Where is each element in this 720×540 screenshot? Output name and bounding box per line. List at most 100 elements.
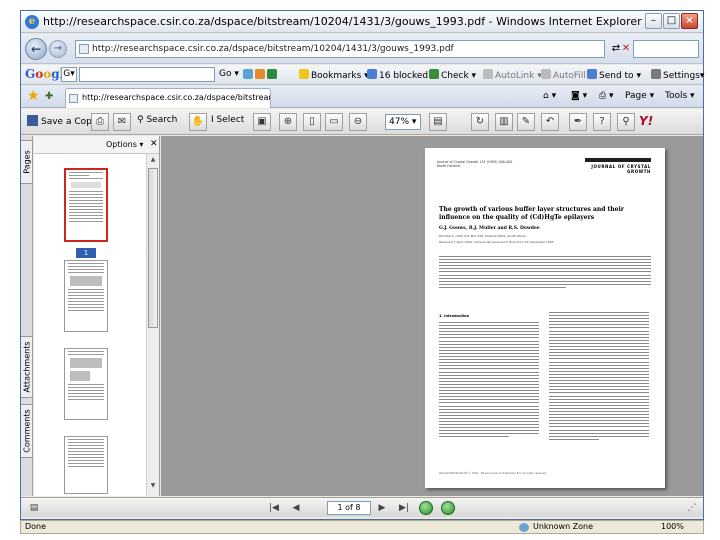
paper-affiliation: Microtech, CSIR, P.O. Box 395, Pretoria …: [439, 234, 526, 238]
tab-active[interactable]: http://researchspace.csir.co.za/dspace/b…: [65, 88, 271, 108]
yahoo-logo-icon[interactable]: Y!: [639, 114, 653, 128]
bookmarks-menu[interactable]: Bookmarks ▾: [299, 69, 369, 81]
home-icon[interactable]: ⌂ ▾: [543, 91, 556, 101]
news-icon: [255, 69, 265, 79]
google-settings-button[interactable]: Settings▾: [651, 69, 704, 81]
journal-name: JOURNAL OF CRYSTAL GROWTH: [591, 164, 651, 174]
search-button[interactable]: ⚲ Search: [137, 115, 177, 125]
page-menu[interactable]: Page ▾: [625, 91, 654, 101]
google-g-menu[interactable]: G▾: [61, 67, 77, 82]
page-number-field[interactable]: 1 of 8: [327, 501, 371, 515]
minimize-button[interactable]: –: [645, 13, 662, 29]
autolink-button[interactable]: AutoLink ▾: [483, 69, 542, 81]
tab-row: ★ ✚ http://researchspace.csir.co.za/dspa…: [21, 86, 703, 108]
security-zone[interactable]: Unknown Zone: [533, 522, 593, 531]
scroll-up-icon[interactable]: ▲: [148, 156, 158, 166]
actual-size-icon[interactable]: ▯: [303, 113, 321, 131]
live-search-input[interactable]: [633, 40, 699, 58]
print-icon[interactable]: ⎙: [91, 113, 109, 131]
book-icon: [267, 69, 277, 79]
rotate-icon[interactable]: ↻: [471, 113, 489, 131]
scroll-down-icon[interactable]: ▼: [148, 482, 158, 492]
comment-icon[interactable]: ✎: [517, 113, 535, 131]
page-icon: [79, 44, 89, 54]
tab-pages[interactable]: Pages: [21, 140, 33, 184]
pdf-navigation-bar: ▤ |◀ ◀ 1 of 8 ▶ ▶| ⋰: [21, 497, 703, 517]
next-page-icon[interactable]: ▶: [375, 501, 389, 515]
google-search-input[interactable]: [79, 67, 215, 82]
sign-icon[interactable]: ✒: [569, 113, 587, 131]
check-icon: [429, 69, 439, 79]
first-page-icon[interactable]: |◀: [267, 501, 281, 515]
forward-button[interactable]: →: [49, 40, 67, 58]
panel-toggle-icon[interactable]: ▤: [27, 501, 41, 515]
zoom-in-icon[interactable]: ⊕: [279, 113, 297, 131]
google-toolbar-icons[interactable]: [243, 69, 279, 81]
paper-title: The growth of various buffer layer struc…: [439, 206, 624, 221]
zoom-out-icon[interactable]: ⊖: [349, 113, 367, 131]
reading-mode-icon[interactable]: ▥: [495, 113, 513, 131]
body-column-left: [439, 322, 539, 440]
disk-icon: [27, 115, 38, 126]
print-icon[interactable]: ⎙ ▾: [599, 91, 614, 101]
zoom-status[interactable]: 100%: [661, 522, 684, 531]
popup-blocker[interactable]: 16 blocked: [367, 69, 428, 81]
add-favorites-icon[interactable]: ✚: [45, 91, 53, 102]
title-bar: e http://researchspace.csir.co.za/dspace…: [21, 11, 703, 33]
scrollbar-thumb[interactable]: [148, 168, 158, 328]
page-thumbnail-panel: Options ▾ ✕ 1 ▲ ▼: [34, 136, 160, 496]
save-copy-button[interactable]: Save a Copy: [27, 115, 97, 127]
tab-attachments[interactable]: Attachments: [21, 336, 33, 398]
browser-window: e http://researchspace.csir.co.za/dspace…: [20, 10, 704, 520]
thumbnail-page-4[interactable]: [64, 436, 108, 494]
fit-width-icon[interactable]: ▤: [429, 113, 447, 131]
url-field[interactable]: http://researchspace.csir.co.za/dspace/b…: [75, 40, 605, 58]
previous-page-icon[interactable]: ◀: [289, 501, 303, 515]
body-column-right: [549, 312, 649, 442]
close-panel-icon[interactable]: ✕: [150, 139, 158, 149]
autofill-button[interactable]: AutoFill: [541, 69, 586, 81]
tab-comments[interactable]: Comments: [21, 404, 33, 458]
go-back-icon[interactable]: [419, 501, 433, 515]
send-to-button[interactable]: Send to ▾: [587, 69, 641, 81]
help-icon[interactable]: ?: [593, 113, 611, 131]
page-icon: [69, 94, 78, 103]
paper-received: Received 7 April 1993; manuscript receiv…: [439, 240, 554, 244]
send-icon: [587, 69, 597, 79]
snapshot-icon[interactable]: ▣: [253, 113, 271, 131]
thumbnail-page-3[interactable]: [64, 348, 108, 420]
journal-masthead: JOURNAL OF CRYSTAL GROWTH: [585, 158, 651, 174]
undo-icon[interactable]: ↶: [541, 113, 559, 131]
fit-page-icon[interactable]: ▭: [325, 113, 343, 131]
text-select-icon: I: [211, 115, 214, 125]
thumbnail-scrollbar[interactable]: ▲ ▼: [146, 154, 159, 496]
tab-title: http://researchspace.csir.co.za/dspace/b…: [82, 93, 270, 102]
feeds-icon[interactable]: ◙ ▾: [571, 91, 587, 101]
options-menu[interactable]: Options ▾: [106, 140, 143, 149]
google-go-button[interactable]: Go ▾: [219, 69, 239, 79]
close-button[interactable]: ×: [681, 13, 698, 29]
last-page-icon[interactable]: ▶|: [397, 501, 411, 515]
internet-zone-icon: [519, 523, 529, 532]
find-icon[interactable]: ⚲: [617, 113, 635, 131]
document-viewport[interactable]: Journal of Crystal Growth 131 (1993) 000…: [161, 136, 703, 496]
pdf-toolbar: Save a Copy ⎙ ✉ ⚲ Search ✋ I Select ▣ ⊕ …: [21, 109, 703, 135]
back-button[interactable]: ←: [25, 38, 47, 60]
zoom-level-field[interactable]: 47% ▾: [385, 114, 421, 130]
resize-grip-icon: ⋰: [687, 503, 697, 513]
select-tool-button[interactable]: I Select: [211, 115, 244, 125]
favorites-star-icon[interactable]: ★: [27, 89, 40, 103]
tools-menu[interactable]: Tools ▾: [665, 91, 695, 101]
maximize-button[interactable]: □: [663, 13, 680, 29]
thumbnail-page-1[interactable]: [64, 168, 108, 242]
url-text: http://researchspace.csir.co.za/dspace/b…: [92, 44, 454, 54]
navigation-tab-strip: Pages Attachments Comments: [21, 136, 33, 496]
section-heading: 1. Introduction: [439, 314, 470, 318]
thumbnail-page-2[interactable]: [64, 260, 108, 332]
spell-check-button[interactable]: Check ▾: [429, 69, 476, 81]
email-icon[interactable]: ✉: [113, 113, 131, 131]
stop-icon[interactable]: ✕: [619, 42, 633, 56]
wrench-icon: [651, 69, 661, 79]
hand-tool-icon[interactable]: ✋: [189, 113, 207, 131]
go-forward-icon[interactable]: [441, 501, 455, 515]
